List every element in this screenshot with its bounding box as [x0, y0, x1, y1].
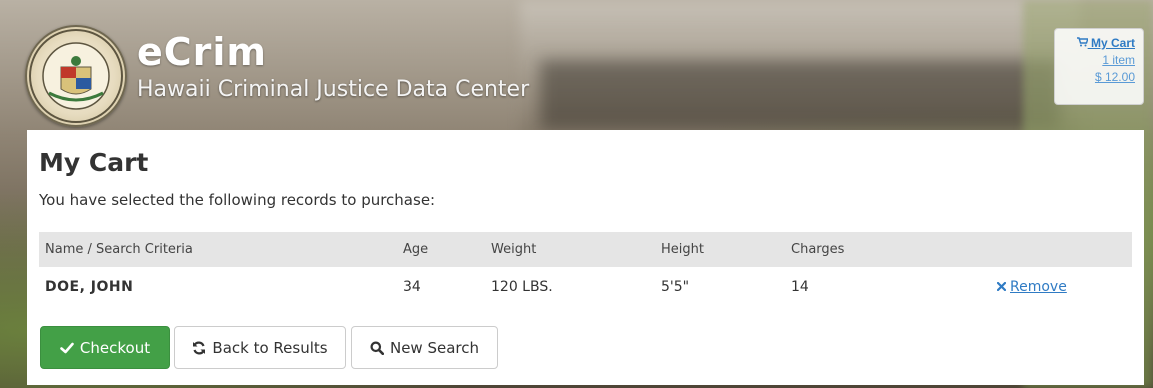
new-search-button[interactable]: New Search [351, 326, 498, 369]
column-header-weight: Weight [491, 242, 537, 257]
site-title: eCrim [137, 30, 268, 74]
site-header: eCrim Hawaii Criminal Justice Data Cente… [0, 0, 1153, 130]
cart-item-count[interactable]: 1 item [1055, 52, 1135, 69]
shopping-cart-icon [1076, 37, 1088, 47]
cart-total[interactable]: $ 12.00 [1055, 69, 1135, 86]
cart-summary-widget[interactable]: My Cart 1 item $ 12.00 [1054, 28, 1144, 105]
record-name: DOE, JOHN [45, 279, 134, 295]
column-header-height: Height [661, 242, 704, 257]
back-to-results-label: Back to Results [212, 338, 328, 357]
back-to-results-button[interactable]: Back to Results [174, 326, 346, 369]
refresh-icon [192, 341, 206, 355]
checkout-button[interactable]: Checkout [40, 326, 170, 369]
remove-button[interactable]: Remove [996, 267, 1067, 307]
table-header-row: Name / Search Criteria Age Weight Height… [39, 232, 1132, 267]
record-weight: 120 LBS. [491, 279, 553, 295]
checkout-label: Checkout [79, 338, 151, 357]
intro-text: You have selected the following records … [39, 191, 436, 209]
record-height: 5'5" [661, 279, 690, 295]
search-icon [370, 341, 384, 355]
site-subtitle: Hawaii Criminal Justice Data Center [137, 77, 530, 102]
new-search-label: New Search [389, 338, 480, 357]
check-icon [60, 342, 74, 354]
page-title: My Cart [39, 148, 149, 177]
cart-panel: My Cart You have selected the following … [27, 130, 1144, 385]
record-charges: 14 [791, 279, 809, 295]
close-icon [996, 267, 1007, 307]
cart-link[interactable]: My Cart [1055, 35, 1135, 52]
column-header-charges: Charges [791, 242, 845, 257]
state-seal-logo [25, 25, 127, 127]
record-age: 34 [403, 279, 421, 295]
column-header-age: Age [403, 242, 429, 257]
column-header-name: Name / Search Criteria [45, 242, 193, 257]
table-row: DOE, JOHN 34 120 LBS. 5'5" 14 Remove [39, 267, 1132, 307]
remove-label: Remove [1010, 279, 1067, 295]
cart-link-label: My Cart [1090, 36, 1135, 50]
